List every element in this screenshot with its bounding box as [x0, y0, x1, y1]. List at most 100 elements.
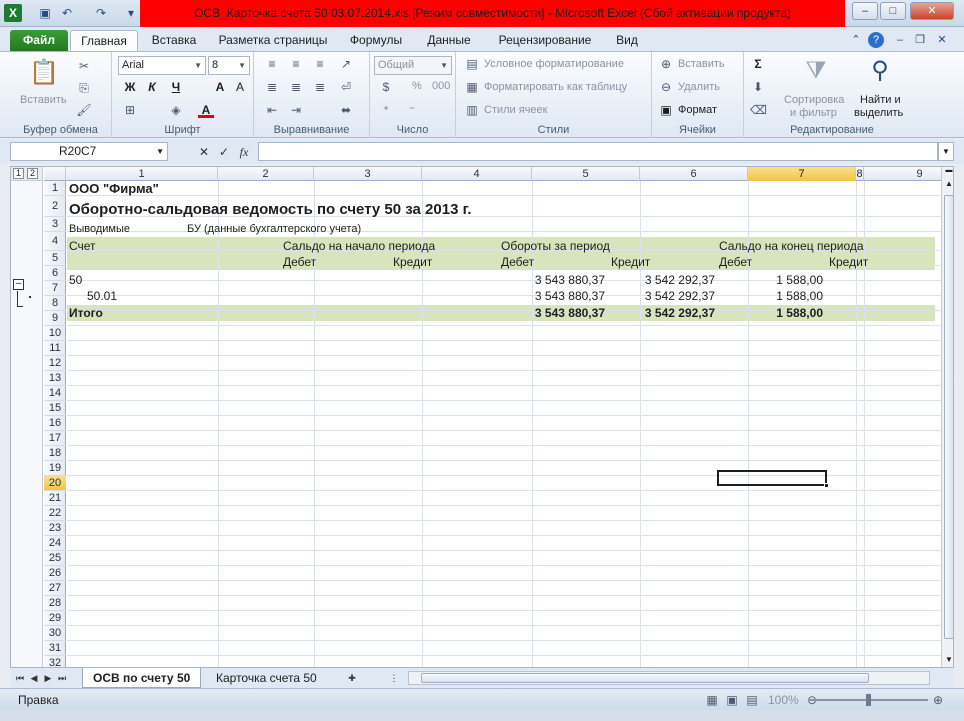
row-header[interactable]: 9 [44, 311, 66, 326]
format-as-table-button[interactable]: Форматировать как таблицу [484, 81, 627, 93]
row-header[interactable]: 32 [44, 656, 66, 667]
find-select-icon[interactable]: ⚲ [864, 56, 896, 86]
maximize-button[interactable]: □ [880, 2, 906, 20]
align-top-icon[interactable]: ≡ [264, 56, 280, 72]
delete-cells-button[interactable]: Удалить [678, 81, 720, 93]
tab-formulas[interactable]: Формулы [342, 30, 410, 51]
align-right-icon[interactable]: ≣ [312, 79, 328, 95]
row-header[interactable]: 14 [44, 386, 66, 401]
name-box[interactable]: R20C7 ▼ [10, 142, 168, 161]
row-header[interactable]: 5 [44, 251, 66, 266]
formula-input[interactable] [258, 142, 938, 161]
confirm-entry-icon[interactable]: ✓ [216, 144, 232, 160]
italic-button[interactable]: К [144, 79, 160, 95]
outline-level-1[interactable]: 1 [13, 168, 24, 179]
tab-home[interactable]: Главная [70, 30, 138, 51]
find-select-button[interactable]: Найти и [860, 94, 901, 106]
zoom-level[interactable]: 100% [768, 693, 799, 707]
format-painter-icon[interactable]: 🖌 [76, 102, 92, 118]
sheet-tab-osv[interactable]: ОСВ по счету 50 [82, 668, 202, 688]
align-center-icon[interactable]: ≣ [288, 79, 304, 95]
insert-cells-button[interactable]: Вставить [678, 58, 725, 70]
tab-data[interactable]: Данные [418, 30, 480, 51]
delete-cells-icon[interactable]: ⊖ [658, 79, 674, 95]
align-middle-icon[interactable]: ≡ [288, 56, 304, 72]
vertical-scrollbar[interactable]: ▬ ▲ ▼ [941, 167, 953, 667]
row-header[interactable]: 13 [44, 371, 66, 386]
row-header[interactable]: 23 [44, 521, 66, 536]
row-header[interactable]: 30 [44, 626, 66, 641]
insert-sheet-icon[interactable]: ✚ [346, 671, 358, 685]
sort-filter-icon[interactable]: ⧩ [800, 56, 832, 86]
format-cells-button[interactable]: Формат [678, 104, 717, 116]
tab-view[interactable]: Вид [608, 30, 646, 51]
increase-decimal-icon[interactable]: ⁺ [378, 102, 394, 118]
copy-icon[interactable]: ⎘ [76, 80, 92, 96]
tab-insert[interactable]: Вставка [142, 30, 206, 51]
prev-sheet-icon[interactable]: ◀ [28, 671, 40, 685]
redo-icon[interactable]: ↷ [92, 4, 110, 22]
doc-minimize-icon[interactable]: – [892, 32, 908, 48]
insert-function-button[interactable]: fx [236, 144, 252, 160]
paste-button[interactable]: Вставить [20, 94, 67, 106]
doc-close-icon[interactable]: ✕ [934, 32, 950, 48]
select-all-corner[interactable] [44, 167, 66, 181]
autosum-icon[interactable]: Σ [750, 56, 766, 72]
shrink-font-icon[interactable]: A [232, 79, 248, 95]
column-header[interactable]: 3 [314, 167, 422, 181]
cut-icon[interactable]: ✂ [76, 58, 92, 74]
column-header[interactable]: 2 [218, 167, 314, 181]
number-format-select[interactable]: Общий ▼ [374, 56, 452, 75]
row-header[interactable]: 2 [44, 196, 66, 217]
tab-file[interactable]: Файл [10, 30, 68, 51]
expand-formula-bar-icon[interactable]: ▼ [938, 142, 954, 161]
zoom-slider-thumb[interactable] [866, 694, 871, 706]
cell-styles-icon[interactable]: ▥ [464, 102, 480, 118]
currency-icon[interactable]: $ [378, 79, 394, 95]
row-header[interactable]: 7 [44, 281, 66, 296]
column-header[interactable]: 5 [532, 167, 640, 181]
scroll-split-icon[interactable]: ▬ [944, 167, 953, 177]
row-header[interactable]: 28 [44, 596, 66, 611]
customize-quick-access-icon[interactable]: ▾ [122, 4, 140, 22]
row-header[interactable]: 4 [44, 232, 66, 251]
save-icon[interactable]: ▣ [36, 4, 54, 22]
next-sheet-icon[interactable]: ▶ [42, 671, 54, 685]
horizontal-scrollbar[interactable] [408, 671, 930, 685]
row-header[interactable]: 3 [44, 217, 66, 232]
column-header[interactable]: 4 [422, 167, 532, 181]
worksheet[interactable]: 1 2 – 123456789 1 2 3 4 5 6 7 8 9 10 11 12 13 14 15 16 1… [10, 166, 954, 668]
font-color-icon[interactable]: A [198, 102, 214, 118]
row-header[interactable]: 26 [44, 566, 66, 581]
zoom-in-icon[interactable]: ⊕ [930, 692, 946, 708]
column-header[interactable]: 8 [856, 167, 864, 181]
minimize-ribbon-icon[interactable]: ⌃ [848, 32, 864, 48]
help-icon[interactable]: ? [868, 32, 884, 48]
wrap-text-icon[interactable]: ⏎ [338, 79, 354, 95]
row-header[interactable]: 1 [44, 181, 66, 196]
conditional-format-icon[interactable]: ▤ [464, 56, 480, 72]
row-header[interactable]: 21 [44, 491, 66, 506]
column-header[interactable]: 6 [640, 167, 748, 181]
find-select-button-line2[interactable]: выделить [854, 107, 903, 119]
row-header[interactable]: 11 [44, 341, 66, 356]
clear-icon[interactable]: ⌫ [750, 102, 767, 118]
cell-grid[interactable]: ООО "Фирма" Оборотно-сальдовая ведомость… [67, 181, 941, 667]
thousands-button[interactable]: 000 [432, 80, 450, 92]
outline-level-2[interactable]: 2 [27, 168, 38, 179]
vertical-scroll-thumb[interactable] [944, 195, 953, 639]
align-bottom-icon[interactable]: ≡ [312, 56, 328, 72]
row-header[interactable]: 20 [44, 476, 66, 491]
orientation-icon[interactable]: ↗ [338, 56, 354, 72]
page-layout-view-icon[interactable]: ▣ [724, 692, 740, 708]
selected-cell[interactable] [717, 470, 827, 486]
undo-icon[interactable]: ↶ [58, 4, 76, 22]
normal-view-icon[interactable]: ▦ [704, 692, 720, 708]
conditional-format-button[interactable]: Условное форматирование [484, 58, 624, 70]
column-header[interactable]: 1 [66, 167, 218, 181]
decrease-decimal-icon[interactable]: ⁻ [404, 102, 420, 118]
percent-button[interactable]: % [412, 80, 422, 92]
last-sheet-icon[interactable]: ⏭ [56, 671, 68, 685]
row-header[interactable]: 12 [44, 356, 66, 371]
borders-icon[interactable]: ⊞ [122, 102, 138, 118]
